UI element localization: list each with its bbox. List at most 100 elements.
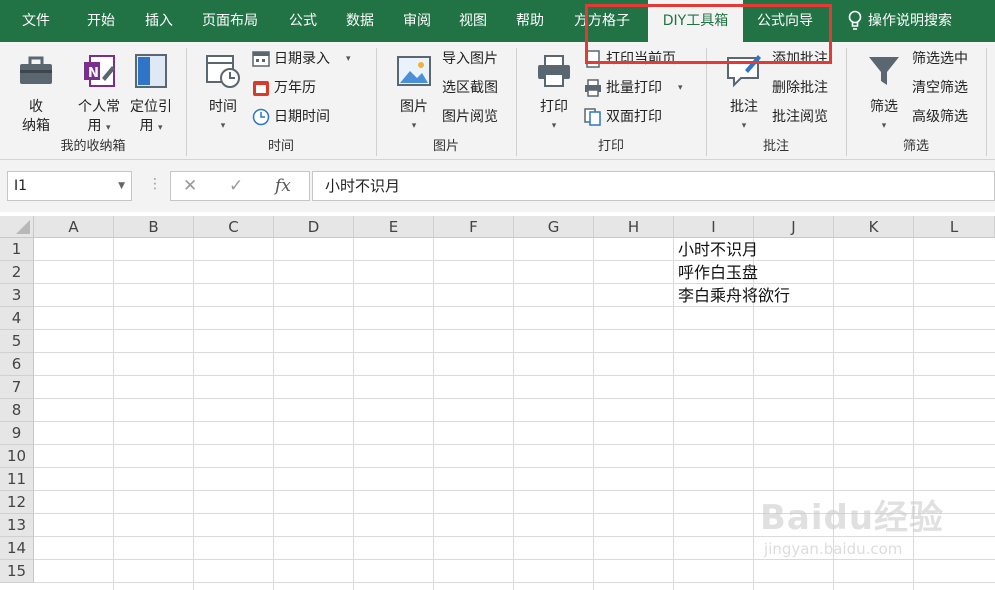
picture-browse-button[interactable]: 图片阅览 (442, 105, 498, 129)
funnel-icon (869, 57, 899, 85)
storage-box-button[interactable]: 收 纳箱 (12, 52, 60, 136)
select-all-corner[interactable] (0, 216, 34, 238)
date-time-label: 日期时间 (274, 109, 330, 125)
gridline (34, 283, 995, 284)
filter-selected-button[interactable]: 筛选选中 (912, 47, 968, 71)
row-header-13[interactable]: 13 (0, 514, 34, 537)
row-header-1[interactable]: 1 (0, 238, 34, 261)
column-header-H[interactable]: H (594, 216, 674, 238)
duplex-print-icon (584, 108, 601, 126)
row-header-2[interactable]: 2 (0, 261, 34, 284)
column-header-E[interactable]: E (354, 216, 434, 238)
browse-comment-button[interactable]: 批注阅览 (772, 105, 828, 129)
perpetual-calendar-button[interactable]: 万年历 (252, 76, 316, 100)
tell-me-search[interactable]: 操作说明搜索 (848, 0, 952, 42)
column-header-L[interactable]: L (914, 216, 995, 238)
column-header-K[interactable]: K (834, 216, 914, 238)
locate-reference-button[interactable]: 定位引 用 ▾ (126, 52, 176, 138)
region-screenshot-button[interactable]: 选区截图 (442, 76, 498, 100)
calendar-clock-icon (206, 55, 240, 88)
column-header-D[interactable]: D (274, 216, 354, 238)
picture-icon (397, 56, 431, 86)
batch-print-button[interactable]: 批量打印 ▾ (584, 76, 683, 100)
clock-icon (252, 108, 270, 126)
insert-function-icon[interactable]: fx (275, 176, 291, 196)
tab-insert[interactable]: 插入 (145, 0, 173, 42)
name-box-value: I1 (14, 178, 28, 194)
clear-filter-button[interactable]: 清空筛选 (912, 76, 968, 100)
red-calendar-icon (253, 81, 269, 96)
gridline (34, 260, 995, 261)
advanced-filter-button[interactable]: 高级筛选 (912, 105, 968, 129)
row-header-9[interactable]: 9 (0, 422, 34, 445)
column-header-B[interactable]: B (114, 216, 194, 238)
print-button[interactable]: 打印 ▾ (532, 52, 576, 136)
delete-comment-button[interactable]: 删除批注 (772, 76, 828, 100)
import-picture-button[interactable]: 导入图片 (442, 47, 498, 71)
tab-page-layout[interactable]: 页面布局 (202, 0, 258, 42)
group-separator (986, 48, 987, 156)
gridline (673, 238, 674, 590)
gridline (34, 421, 995, 422)
duplex-print-button[interactable]: 双面打印 (584, 105, 662, 129)
gridline (34, 444, 995, 445)
chevron-down-icon: ▾ (881, 121, 887, 131)
column-header-F[interactable]: F (434, 216, 514, 238)
row-header-14[interactable]: 14 (0, 537, 34, 560)
time-button[interactable]: 时间 ▾ (200, 52, 246, 136)
filter-label: 筛选 (870, 99, 898, 115)
ribbon-tab-bar: 文件 开始 插入 页面布局 公式 数据 审阅 视图 帮助 方方格子 DIY工具箱… (0, 0, 995, 42)
tab-file[interactable]: 文件 (22, 0, 50, 42)
row-header-4[interactable]: 4 (0, 307, 34, 330)
cell-I3[interactable]: 李白乘舟将欲行 (678, 284, 790, 307)
row-header-12[interactable]: 12 (0, 491, 34, 514)
row-header-15[interactable]: 15 (0, 560, 34, 583)
column-header-I[interactable]: I (674, 216, 754, 238)
chevron-down-icon[interactable]: ▼ (118, 172, 125, 200)
gridline (34, 536, 995, 537)
gridline (34, 329, 995, 330)
gridline (34, 467, 995, 468)
row-header-5[interactable]: 5 (0, 330, 34, 353)
picture-button[interactable]: 图片 ▾ (392, 52, 436, 136)
row-header-11[interactable]: 11 (0, 468, 34, 491)
comment-button[interactable]: 批注 ▾ (722, 52, 766, 136)
formula-input[interactable]: 小时不识月 (312, 171, 995, 201)
date-time-button[interactable]: 日期时间 (252, 105, 330, 129)
date-entry-button[interactable]: 日期录入 ▾ (252, 47, 351, 71)
chevron-down-icon: ▾ (741, 121, 747, 131)
select-all-triangle-icon (16, 220, 30, 234)
column-header-C[interactable]: C (194, 216, 274, 238)
cell-I1[interactable]: 小时不识月 (678, 238, 758, 261)
tab-review[interactable]: 审阅 (403, 0, 431, 42)
column-header-G[interactable]: G (514, 216, 594, 238)
tab-formulas[interactable]: 公式 (289, 0, 317, 42)
cancel-icon[interactable]: ✕ (183, 176, 197, 196)
personal-favorites-button[interactable]: N 个人常 用 ▾ (74, 52, 124, 138)
row-header-10[interactable]: 10 (0, 445, 34, 468)
drag-handle-icon[interactable]: ⋮ (148, 176, 162, 192)
column-header-J[interactable]: J (754, 216, 834, 238)
row-header-8[interactable]: 8 (0, 399, 34, 422)
locate-reference-label-1: 定位引 (130, 99, 172, 115)
column-header-A[interactable]: A (34, 216, 114, 238)
tab-home[interactable]: 开始 (87, 0, 115, 42)
chevron-down-icon: ▾ (157, 123, 163, 133)
tab-data[interactable]: 数据 (346, 0, 374, 42)
chevron-down-icon: ▾ (551, 121, 557, 131)
comment-label: 批注 (730, 99, 758, 115)
personal-favorites-label-2: 用 ▾ (74, 117, 124, 138)
chevron-down-icon: ▾ (346, 54, 351, 64)
browse-comment-label: 批注阅览 (772, 109, 828, 125)
gridline (433, 238, 434, 590)
personal-favorites-label-2-text: 用 (87, 118, 102, 134)
enter-icon[interactable]: ✓ (229, 176, 243, 196)
row-header-3[interactable]: 3 (0, 284, 34, 307)
row-header-7[interactable]: 7 (0, 376, 34, 399)
row-header-6[interactable]: 6 (0, 353, 34, 376)
name-box[interactable]: I1 ▼ (7, 171, 132, 201)
cell-I2[interactable]: 呼作白玉盘 (678, 261, 758, 284)
tab-help[interactable]: 帮助 (516, 0, 544, 42)
tab-view[interactable]: 视图 (459, 0, 487, 42)
filter-button[interactable]: 筛选 ▾ (862, 52, 906, 136)
